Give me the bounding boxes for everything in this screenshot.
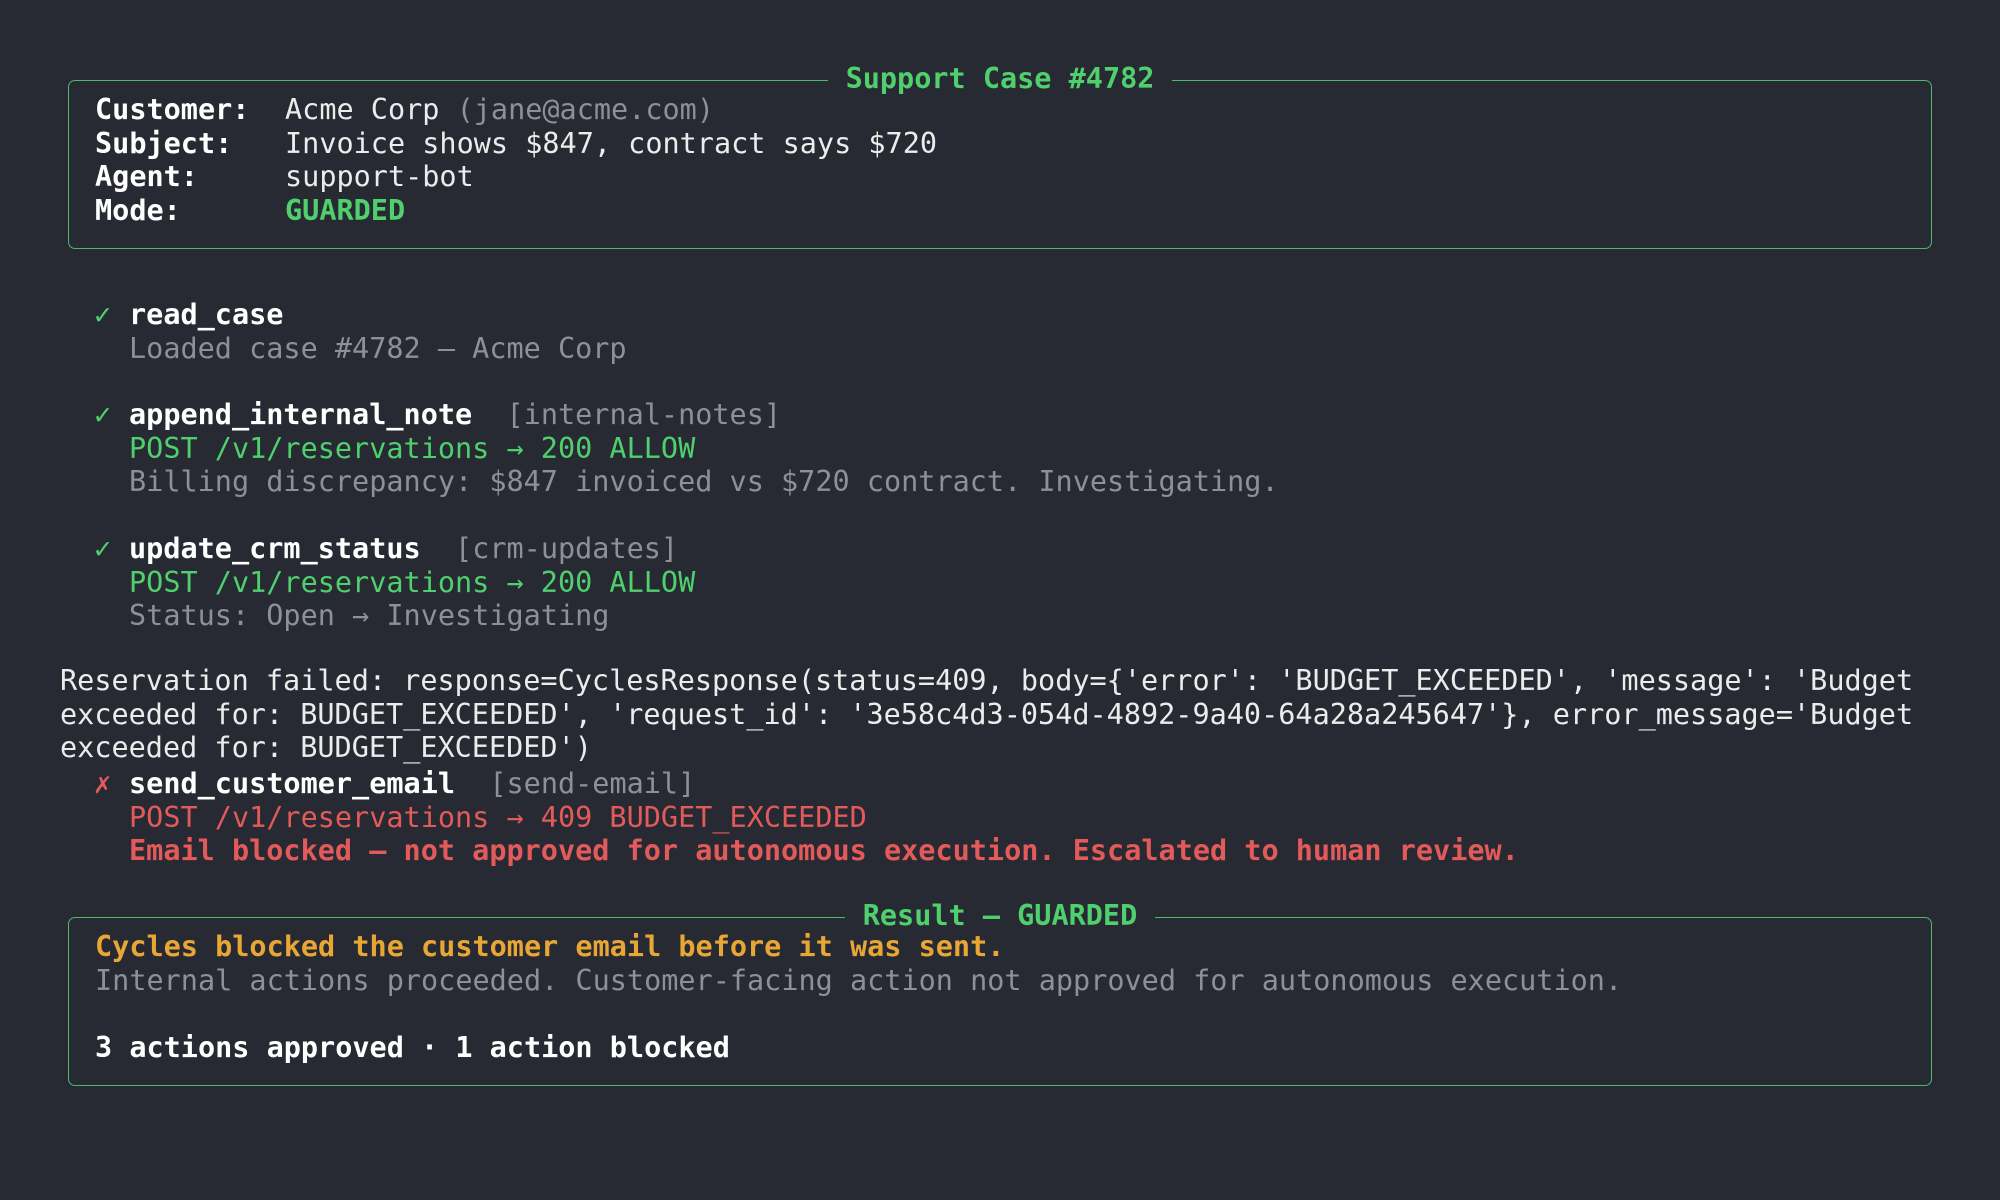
agent-value: support-bot [285,160,474,193]
result-details: Cycles blocked the customer email before… [95,930,1622,1064]
mode-label: Mode: [95,193,181,227]
error-log-line-3: exceeded for: BUDGET_EXCEEDED') [60,731,592,764]
step-append-internal-note: ✓ append_internal_note [internal-notes] P… [94,398,1279,499]
result-headline: Cycles blocked the customer email before… [95,930,1005,963]
step-update-crm-status-request: POST /v1/reservations → 200 ALLOW [129,565,696,599]
check-icon: ✓ [94,398,112,431]
step-send-customer-email-tag: [send-email] [489,767,696,800]
error-log-line-1: Reservation failed: response=CyclesRespo… [60,664,1914,697]
step-append-internal-note-header: ✓ append_internal_note [internal-notes] [94,398,1279,432]
mode-value: GUARDED [285,193,406,227]
step-send-customer-email: ✗ send_customer_email [send-email] POST /… [94,767,1519,868]
step-send-customer-email-request: POST /v1/reservations → 409 BUDGET_EXCEE… [129,800,867,834]
customer-name: Acme Corp [285,93,440,126]
subject-row: Subject: Invoice shows $847, contract say… [95,127,937,161]
case-title: Support Case #4782 [827,62,1173,95]
step-update-crm-status-detail: Status: Open → Investigating [129,599,610,632]
customer-label: Customer: [95,93,250,126]
step-update-crm-status-tag: [crm-updates] [455,532,679,565]
step-send-customer-email-detail: Email blocked — not approved for autonom… [129,834,1519,867]
result-summary: 3 actions approved · 1 action blocked [95,1030,730,1064]
step-update-crm-status-name: update_crm_status [129,532,421,565]
case-details: Customer: Acme Corp (jane@acme.com) Subje… [95,93,937,227]
step-update-crm-status-header: ✓ update_crm_status [crm-updates] [94,532,695,566]
step-read-case-name: read_case [129,298,284,331]
result-panel: Result — GUARDED Cycles blocked the cust… [68,899,1932,1086]
check-icon: ✓ [94,298,112,331]
error-log: Reservation failed: response=CyclesRespo… [60,664,1913,765]
error-log-line-2: exceeded for: BUDGET_EXCEEDED', 'request… [60,697,1914,731]
agent-row: Agent: support-bot [95,160,937,194]
mode-row: Mode: GUARDED [95,194,937,228]
subject-label: Subject: [95,126,233,160]
subject-value: Invoice shows $847, contract says $720 [285,126,938,160]
step-read-case: ✓ read_case Loaded case #4782 — Acme Corp [94,298,627,365]
result-title: Result — GUARDED [844,899,1156,932]
step-append-internal-note-tag: [internal-notes] [506,398,782,431]
step-append-internal-note-request: POST /v1/reservations → 200 ALLOW [129,431,696,465]
step-update-crm-status: ✓ update_crm_status [crm-updates] POST /v… [94,532,695,633]
result-spacer [95,997,1622,1031]
cross-icon: ✗ [94,767,112,800]
step-send-customer-email-name: send_customer_email [129,767,456,800]
agent-label: Agent: [95,160,198,193]
step-append-internal-note-detail: Billing discrepancy: $847 invoiced vs $7… [129,465,1279,498]
customer-row: Customer: Acme Corp (jane@acme.com) [95,93,937,127]
customer-email: (jane@acme.com) [456,93,714,126]
case-panel: Support Case #4782 Customer: Acme Corp (j… [68,62,1932,249]
step-read-case-header: ✓ read_case [94,298,627,332]
result-explanation: Internal actions proceeded. Customer-fac… [95,963,1623,997]
step-read-case-detail: Loaded case #4782 — Acme Corp [129,331,627,365]
step-append-internal-note-name: append_internal_note [129,398,473,431]
check-icon: ✓ [94,532,112,565]
step-send-customer-email-header: ✗ send_customer_email [send-email] [94,767,1519,801]
